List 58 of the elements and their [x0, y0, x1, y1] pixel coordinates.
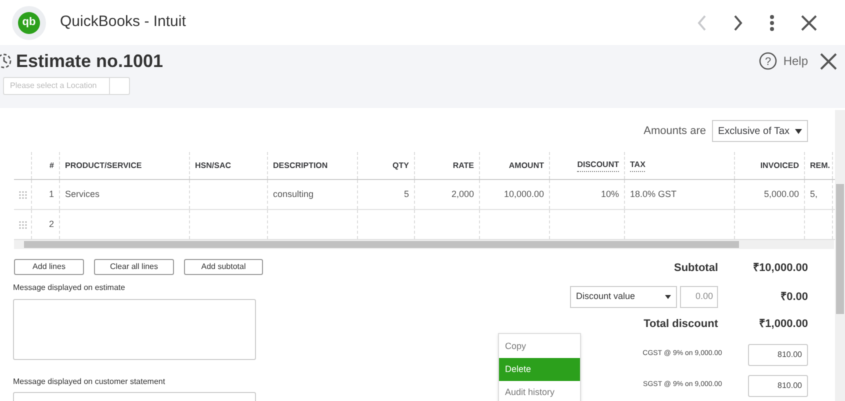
- column-header: TAX: [630, 159, 646, 172]
- column-header: INVOICED: [760, 160, 799, 172]
- table-cell-text: 18.0% GST: [630, 188, 677, 201]
- caret-icon: [665, 295, 671, 299]
- column-header: RATE: [452, 160, 474, 172]
- discount-amount: ₹0.00: [780, 290, 808, 305]
- close-icon[interactable]: [820, 52, 837, 70]
- clock-icon[interactable]: [0, 53, 12, 69]
- amounts-label: Amounts are: [644, 124, 706, 139]
- caret-icon: [795, 128, 802, 134]
- estimate-title: Estimate no.1001: [16, 50, 164, 72]
- discount-input[interactable]: 0.00: [680, 286, 718, 308]
- drag-handle-icon[interactable]: [18, 220, 26, 228]
- subtotal-value: ₹10,000.00: [752, 260, 808, 276]
- table-cell-text: 5,: [810, 188, 818, 201]
- discount-type-select[interactable]: Discount value: [570, 286, 677, 308]
- horizontal-scrollbar[interactable]: [14, 240, 834, 249]
- drag-handle-icon[interactable]: [18, 190, 26, 198]
- table-cell-text: consulting: [273, 188, 314, 201]
- table-cell-text: 5: [404, 188, 409, 201]
- table-cell-text: 2: [48, 218, 54, 231]
- table-cell-text: 10,000.00: [504, 188, 544, 201]
- clear-lines-button[interactable]: Clear all lines: [94, 259, 174, 275]
- add-subtotal-button[interactable]: Add subtotal: [184, 259, 263, 275]
- tax-amount-field[interactable]: 810.00: [748, 344, 808, 366]
- help-icon: ?: [759, 52, 778, 70]
- table-cell-text: 2,000: [451, 188, 474, 201]
- tax-amount-field[interactable]: 810.00: [748, 374, 808, 396]
- column-header: DESCRIPTION: [273, 160, 328, 172]
- field-label: Message displayed on estimate: [13, 282, 126, 294]
- table-cell-text: 5,000.00: [764, 188, 799, 201]
- window-title: QuickBooks - Intuit: [60, 12, 186, 32]
- menu-item[interactable]: Copy: [499, 335, 580, 358]
- add-lines-button[interactable]: Add lines: [14, 259, 84, 275]
- column-header: HSN/SAC: [195, 160, 232, 172]
- menu-item[interactable]: Audit history: [499, 381, 580, 401]
- vertical-scrollbar[interactable]: [835, 110, 845, 401]
- back-icon[interactable]: [697, 14, 707, 30]
- column-header: AMOUNT: [508, 160, 544, 172]
- total-discount-label: Total discount: [644, 316, 718, 332]
- column-header: PRODUCT/SERVICE: [65, 160, 142, 172]
- table-cell-text: Services: [65, 188, 100, 201]
- app-logo: qb: [12, 6, 46, 40]
- field-label: Message displayed on customer statement: [13, 376, 166, 388]
- column-header: QTY: [392, 160, 409, 172]
- column-header: DISCOUNT: [577, 159, 619, 172]
- column-header: #: [50, 160, 54, 172]
- subtotal-label: Subtotal: [674, 260, 718, 276]
- more-icon[interactable]: [769, 14, 775, 32]
- column-header: REM.: [810, 160, 830, 172]
- forward-icon[interactable]: [733, 14, 743, 30]
- total-discount-value: ₹1,000.00: [758, 316, 808, 332]
- close-icon[interactable]: [801, 14, 817, 30]
- table-cell-text: 1: [48, 188, 54, 201]
- tax-mode-select[interactable]: Exclusive of Tax: [712, 120, 808, 142]
- estimate-message-field[interactable]: [13, 299, 256, 360]
- table-cell-text: 10%: [600, 188, 619, 201]
- help-button[interactable]: ? Help: [759, 52, 808, 70]
